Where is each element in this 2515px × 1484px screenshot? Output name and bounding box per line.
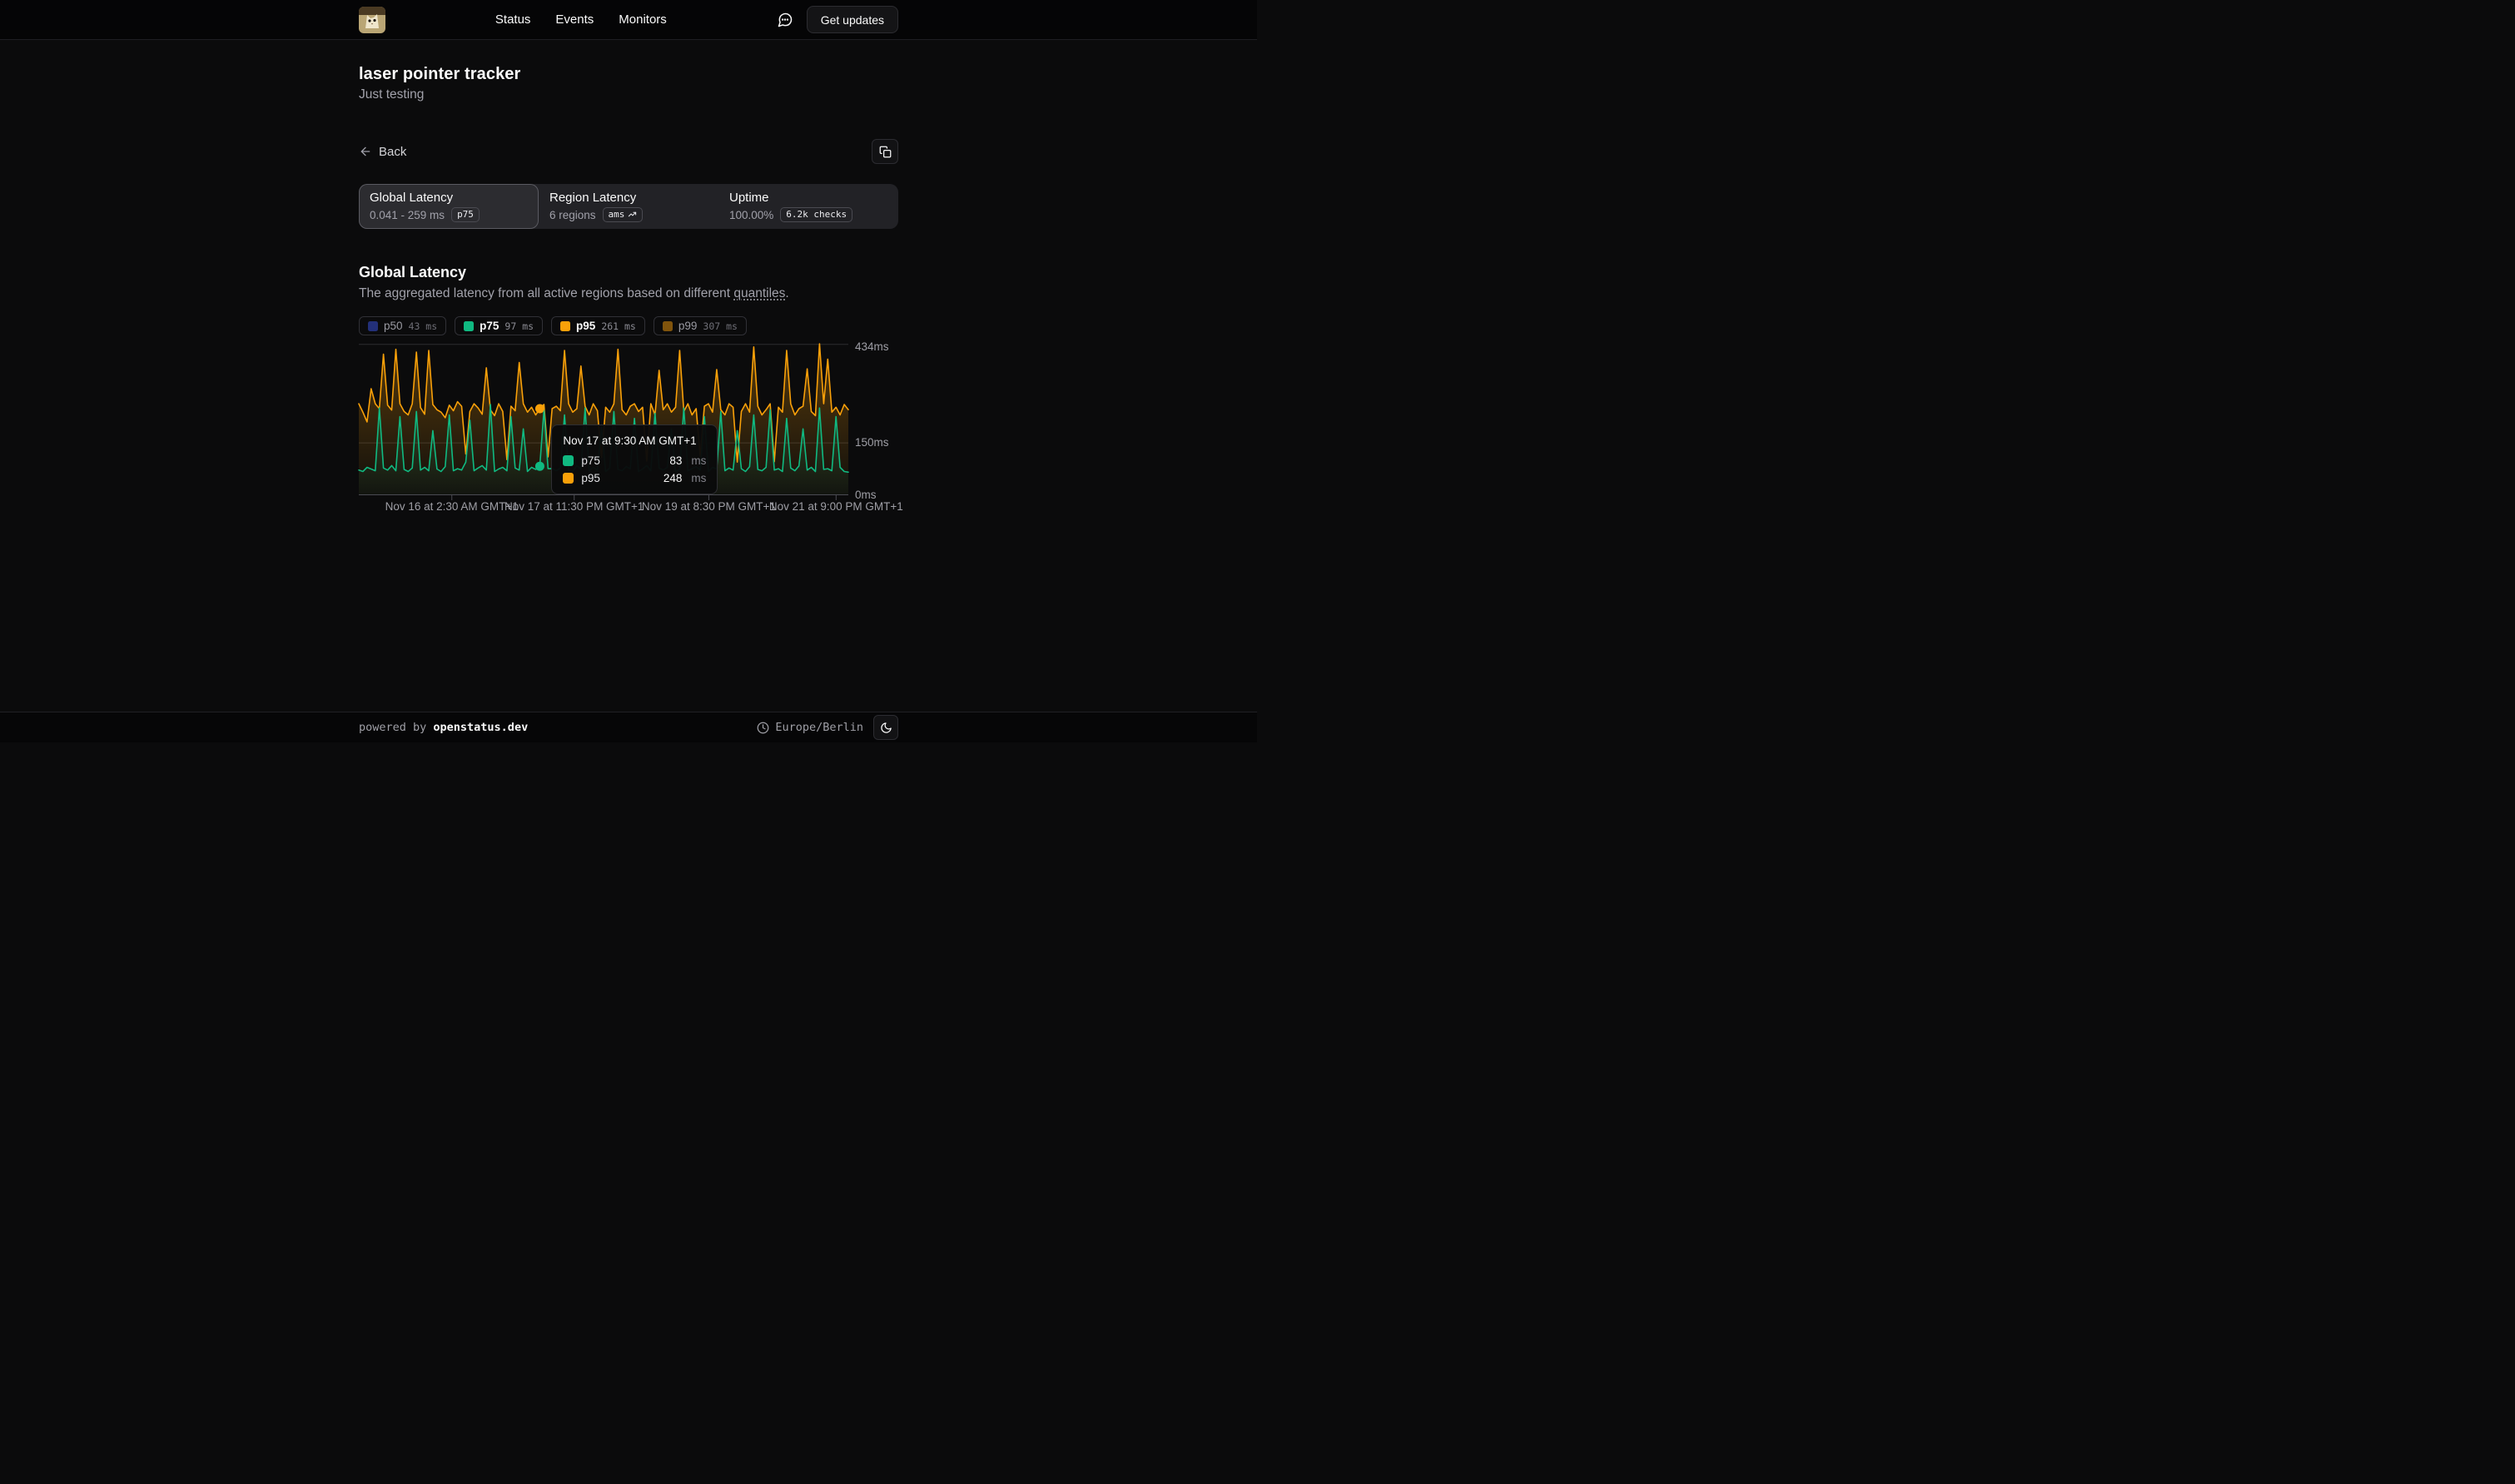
legend-chip-p99[interactable]: p99 307 ms xyxy=(654,316,747,335)
x-axis-tick: Nov 17 at 11:30 PM GMT+1 xyxy=(504,500,644,513)
tab-title: Region Latency xyxy=(549,191,708,205)
feedback-button[interactable] xyxy=(777,12,793,28)
legend-chip-p75[interactable]: p75 97 ms xyxy=(455,316,543,335)
footer: powered by openstatus.dev Europe/Berlin xyxy=(0,712,1257,742)
nav-link-monitors[interactable]: Monitors xyxy=(619,12,667,27)
legend-chip-p95[interactable]: p95 261 ms xyxy=(551,316,645,335)
tab-global-latency[interactable]: Global Latency 0.041 - 259 ms p75 xyxy=(359,184,539,229)
main-content: laser pointer tracker Just testing Back … xyxy=(0,40,1257,712)
p50-swatch xyxy=(368,321,378,331)
y-axis-tick: 0ms xyxy=(855,489,877,501)
theme-toggle-button[interactable] xyxy=(873,715,898,740)
tab-title: Global Latency xyxy=(370,191,528,205)
p75-swatch xyxy=(464,321,474,331)
speech-bubble-icon xyxy=(777,12,793,28)
top-nav: Status Events Monitors Get updates xyxy=(0,0,1257,40)
arrow-left-icon xyxy=(359,145,372,158)
nav-links: Status Events Monitors xyxy=(385,12,777,27)
y-axis-tick: 150ms xyxy=(855,436,889,449)
tooltip-row-p95: p95 248 ms xyxy=(563,472,706,484)
tab-region-latency[interactable]: Region Latency 6 regions ams xyxy=(539,184,718,229)
back-link[interactable]: Back xyxy=(359,145,406,159)
quantiles-link[interactable]: quantiles xyxy=(733,286,785,300)
metric-tabs: Global Latency 0.041 - 259 ms p75 Region… xyxy=(359,184,898,229)
tab-value: 0.041 - 259 ms xyxy=(370,209,445,221)
x-axis-tick: Nov 19 at 8:30 PM GMT+1 xyxy=(642,500,776,513)
clock-icon xyxy=(757,722,769,734)
status-page-logo[interactable] xyxy=(359,7,385,33)
checks-badge: 6.2k checks xyxy=(780,207,852,222)
copy-icon xyxy=(879,146,892,158)
section-title: Global Latency xyxy=(359,264,898,281)
page-subtitle: Just testing xyxy=(359,87,898,102)
chart-tooltip: Nov 17 at 9:30 AM GMT+1 p75 83 ms p95 24… xyxy=(551,424,718,494)
timezone: Europe/Berlin xyxy=(757,721,863,734)
get-updates-button[interactable]: Get updates xyxy=(807,6,898,33)
tooltip-date: Nov 17 at 9:30 AM GMT+1 xyxy=(563,434,706,447)
p95-swatch xyxy=(560,321,570,331)
trending-up-icon xyxy=(628,210,637,219)
latency-chart: 434ms 150ms 0ms Nov 16 at 2:30 AM GMT+1 … xyxy=(359,344,898,519)
x-axis-tick: Nov 21 at 9:00 PM GMT+1 xyxy=(769,500,903,513)
nav-link-status[interactable]: Status xyxy=(495,12,531,27)
openstatus-link[interactable]: openstatus.dev xyxy=(433,721,528,734)
powered-by: powered by openstatus.dev xyxy=(359,721,528,734)
nav-link-events[interactable]: Events xyxy=(555,12,594,27)
copy-link-button[interactable] xyxy=(872,139,898,164)
p99-swatch xyxy=(663,321,673,331)
legend-chip-p50[interactable]: p50 43 ms xyxy=(359,316,446,335)
moon-icon xyxy=(880,722,892,734)
chart-legend: p50 43 ms p75 97 ms p95 261 ms p99 307 m… xyxy=(359,316,898,335)
tab-title: Uptime xyxy=(729,191,887,205)
back-label: Back xyxy=(379,145,406,159)
section-description: The aggregated latency from all active r… xyxy=(359,286,898,301)
region-badge: ams xyxy=(603,207,644,222)
tab-uptime[interactable]: Uptime 100.00% 6.2k checks xyxy=(718,184,898,229)
tooltip-row-p75: p75 83 ms xyxy=(563,454,706,467)
quantile-badge: p75 xyxy=(451,207,480,222)
x-axis-tick: Nov 16 at 2:30 AM GMT+1 xyxy=(385,500,519,513)
y-axis-tick: 434ms xyxy=(855,340,889,353)
page-title: laser pointer tracker xyxy=(359,65,898,84)
tab-value: 6 regions xyxy=(549,209,596,221)
tab-value: 100.00% xyxy=(729,209,773,221)
cat-logo-image xyxy=(359,7,385,33)
